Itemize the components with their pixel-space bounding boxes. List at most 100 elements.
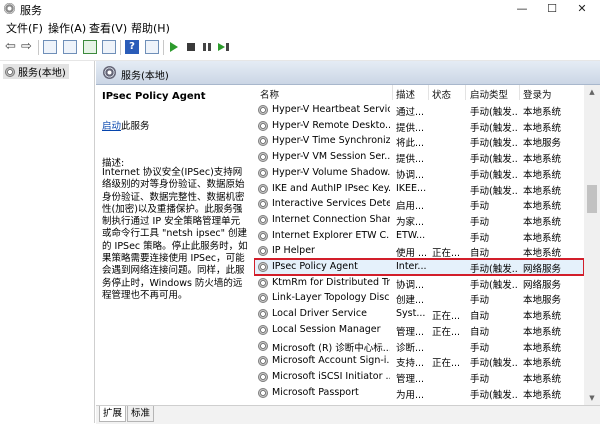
service-log-on-as: 本地系统 [523,185,562,197]
service-startup-type: 手动(触发... [470,358,518,370]
column-divider[interactable] [465,85,466,100]
service-details-pane: IPsec Policy Agent 启动此服务 描述: Internet 协议… [96,85,250,405]
stop-service-icon[interactable] [187,43,195,51]
gear-icon [258,246,268,257]
service-description-short: 提供... [396,122,425,134]
menu-action[interactable]: 操作(A) [48,20,86,36]
table-row[interactable]: Local Session Manager 管理... 正在... 自动 本地系统 [254,322,584,338]
scrollbar-thumb[interactable] [587,185,597,213]
gear-icon [258,262,268,272]
table-row-selected[interactable]: IPsec Policy Agent Inter... 手动(触发... 网络服务 [254,258,584,276]
table-row[interactable]: IP Helper 使用 ... 正在... 自动 本地系统 [254,243,584,259]
table-row[interactable]: Microsoft iSCSI Initiator ... 管理... 手动 本地系统 [254,369,584,385]
table-row[interactable]: Hyper-V Time Synchroniz... 将此... 手动(触发... 本… [254,133,584,149]
properties-icon[interactable] [63,40,77,54]
table-row[interactable]: Link-Layer Topology Disc... 创建... 手动 本地服务 [254,290,584,306]
table-row[interactable]: IKE and AuthIP IPsec Key... IKEE... 手动(触发.… [254,181,584,197]
service-startup-type: 手动(触发... [470,389,518,401]
title-bar: 服务 — ☐ ✕ [0,0,600,17]
column-header-name[interactable]: 名称 [260,87,279,101]
table-row[interactable]: Microsoft Account Sign-i... 支持... 正在... 手动(… [254,353,584,369]
service-description-short: 管理... [396,326,425,338]
service-startup-type: 自动 [470,311,490,323]
service-name: Microsoft Passport [272,386,359,398]
service-name: Link-Layer Topology Disc... [272,292,390,304]
forward-arrow-icon[interactable]: ⇨ [21,40,35,54]
minimize-button[interactable]: — [507,0,537,17]
close-button[interactable]: ✕ [567,0,597,17]
column-divider[interactable] [519,85,520,100]
table-row[interactable]: KtmRm for Distributed Tr... 协调... 手动(触发...… [254,275,584,291]
vertical-scrollbar[interactable]: ▲ ▼ [584,85,600,405]
scroll-down-arrow-icon[interactable]: ▼ [584,391,600,405]
service-log-on-as: 本地系统 [523,201,562,213]
service-startup-type: 手动 [470,373,490,385]
gear-icon [258,293,268,304]
menu-view[interactable]: 查看(V) [89,20,127,36]
service-startup-type: 手动 [470,342,490,354]
column-header-status[interactable]: 状态 [432,87,451,101]
table-row[interactable]: Hyper-V Volume Shadow... 协调... 手动(触发... 本地系… [254,165,584,181]
service-name: Hyper-V Volume Shadow... [272,166,390,178]
service-startup-type: 手动(触发... [470,169,518,181]
start-service-link[interactable]: 启动 [102,121,121,132]
refresh-icon[interactable] [83,40,97,54]
table-row[interactable]: Hyper-V Heartbeat Service 通过... 手动(触发... 本地… [254,102,584,118]
service-description-short: ETW... [396,229,426,241]
console-tree-icon[interactable] [43,40,57,54]
service-name: Microsoft (R) 诊断中心标... [272,342,390,354]
gear-icon [258,120,268,131]
service-startup-type: 手动(触发... [470,185,518,197]
service-log-on-as: 本地系统 [523,216,562,228]
table-row[interactable]: Microsoft (R) 诊断中心标... 诊断... 手动 本地系统 [254,338,584,354]
menu-file[interactable]: 文件(F) [6,20,43,36]
maximize-button[interactable]: ☐ [537,0,567,17]
service-description-short: 协调... [396,279,425,291]
view-tabs: 扩展 标准 [96,405,600,424]
sort-ascending-icon: ^ [321,85,329,92]
gear-icon [258,183,268,194]
pause-service-icon[interactable] [203,43,211,51]
column-divider[interactable] [392,85,393,100]
gear-icon [258,371,268,382]
gear-icon [5,66,15,77]
service-startup-type: 手动(触发... [470,122,518,134]
service-description-short: 将此... [396,138,425,150]
table-row[interactable]: Interactive Services Dete... 启用... 手动 本地系统 [254,196,584,212]
column-header-log-on-as[interactable]: 登录为 [523,87,552,101]
show-hide-action-pane-icon[interactable] [145,40,159,54]
service-status: 正在... [432,326,461,338]
service-log-on-as: 本地系统 [523,358,562,370]
column-header-description[interactable]: 描述 [396,87,415,101]
service-description-short: Syst... [396,308,426,320]
service-log-on-as: 本地系统 [523,169,562,181]
scroll-up-arrow-icon[interactable]: ▲ [584,85,600,99]
tab-standard[interactable]: 标准 [127,406,155,422]
table-row[interactable]: Local Driver Service Syst... 正在... 自动 本地系统 [254,306,584,322]
start-service-icon[interactable] [170,42,178,52]
export-list-icon[interactable] [102,40,116,54]
service-name: Internet Connection Shari... [272,213,390,225]
restart-service-icon[interactable] [218,43,225,51]
service-name: Microsoft Account Sign-i... [272,355,390,367]
service-startup-type: 手动(触发... [470,154,518,166]
service-log-on-as: 本地服务 [523,295,562,307]
service-description-short: 诊断... [396,342,425,354]
table-row[interactable]: Internet Connection Shari... 为家... 手动 本地系统 [254,212,584,228]
service-description-short: Inter... [396,261,427,272]
menu-help[interactable]: 帮助(H) [131,20,170,36]
table-row[interactable]: Hyper-V Remote Deskto... 提供... 手动(触发... 本地系… [254,118,584,134]
gear-icon [258,152,268,163]
service-name: Hyper-V VM Session Ser... [272,151,390,163]
table-row[interactable]: Microsoft Passport 为用... 手动(触发... 本地系统 [254,385,584,401]
tab-extended[interactable]: 扩展 [99,406,127,422]
help-icon[interactable]: ? [125,40,139,54]
tree-item-services-local[interactable]: 服务(本地) [3,64,69,79]
column-header-startup-type[interactable]: 启动类型 [470,87,508,101]
back-arrow-icon[interactable]: ⇦ [5,40,19,54]
column-divider[interactable] [428,85,429,100]
column-headers: ^ 名称 描述 状态 启动类型 登录为 [254,85,584,101]
table-row[interactable]: Hyper-V VM Session Ser... 提供... 手动(触发... 本地… [254,149,584,165]
table-row[interactable]: Internet Explorer ETW C... ETW... 手动 本地系统 [254,228,584,244]
service-description-short: 提供... [396,154,425,166]
